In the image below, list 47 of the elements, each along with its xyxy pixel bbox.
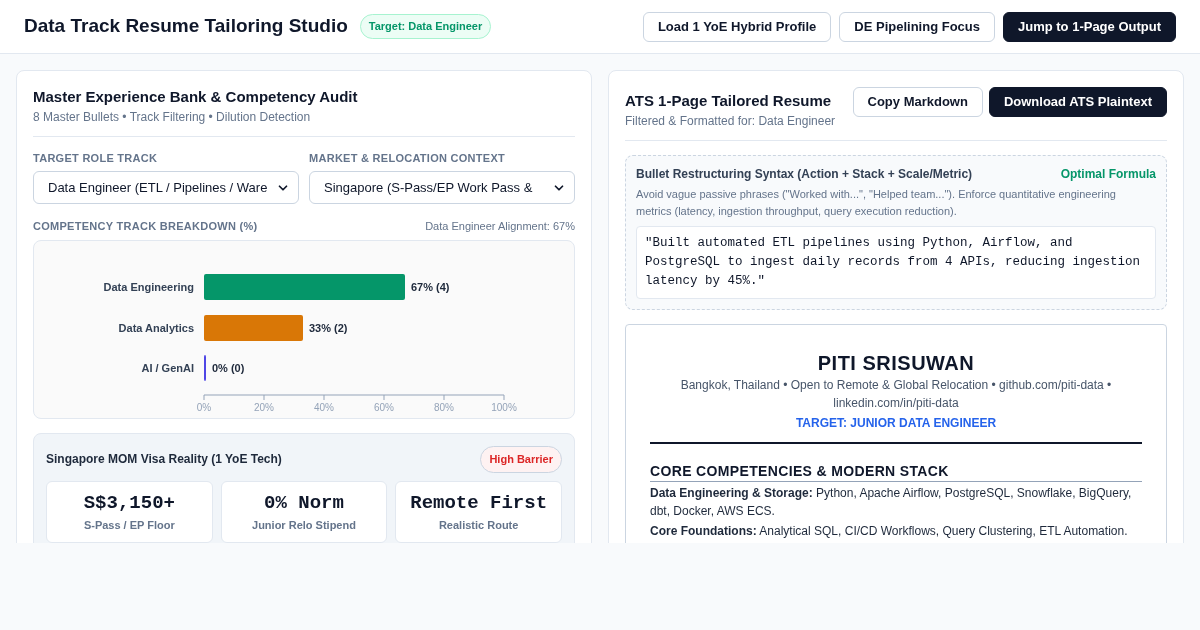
tick-label: 60% (374, 402, 394, 413)
dropdown[interactable]: Singapore (S-Pass/EP Work Pass & (309, 171, 575, 204)
value-label: 0% (0) (212, 362, 245, 374)
skills-line: Data Engineering & Storage: Python, Apache Airflow, PostgreSQL, Snowflake, BigQuery, dbt, Docker, AWS ECS. (650, 485, 1133, 520)
field-label: MARKET & RELOCATION CONTEXT (309, 152, 507, 165)
stat-label: Realistic Route (438, 517, 519, 532)
stat-value: 0% Norm (264, 491, 344, 514)
tick-label: 100% (491, 402, 517, 413)
section-label: COMPETENCY TRACK BREAKDOWN (%) (33, 220, 258, 233)
tick-label: 20% (254, 402, 274, 413)
tick-label: 40% (314, 402, 334, 413)
action-button[interactable]: Download ATS Plaintext (988, 87, 1167, 117)
action-button[interactable]: Jump to 1-Page Output (1003, 11, 1176, 42)
action-button[interactable]: Copy Markdown (852, 87, 983, 117)
value-label: 33% (2) (309, 322, 348, 334)
value-label: 67% (4) (411, 281, 450, 293)
visa-title: Singapore MOM Visa Reality (1 YoE Tech) (46, 452, 282, 467)
barrier-badge: High Barrier (480, 446, 562, 473)
panel-subtitle: Filtered & Formatted for: Data Engineer (625, 114, 836, 129)
field-label: TARGET ROLE TRACK (33, 152, 159, 165)
example-bullet: "Built automated ETL pipelines using Python, Airflow, and PostgreSQL to ingest daily records from 4 APIs, reducing ingestion latency by 45%." (636, 226, 1156, 299)
stat-value: S$3,150+ (83, 491, 175, 514)
action-button[interactable]: Load 1 YoE Hybrid Profile (642, 11, 832, 42)
section-heading: CORE COMPETENCIES & MODERN STACK (650, 463, 1142, 482)
stat-value: Remote First (410, 491, 548, 514)
target-badge: Target: Data Engineer (359, 14, 492, 39)
candidate-name: PITI SRISUWAN (816, 351, 976, 375)
category-label: Data Engineering (103, 281, 194, 293)
stat-label: Junior Relo Stipend (252, 517, 356, 532)
panel-title: Master Experience Bank & Competency Audit (33, 88, 359, 106)
skills-line: Core Foundations: Analytical SQL, CI/CD Workflows, Query Clustering, ETL Automation. (650, 523, 1129, 540)
panel-subtitle: 8 Master Bullets • Track Filtering • Dilution Detection (33, 110, 312, 125)
formula-label: Optimal Formula (1060, 167, 1156, 182)
tick-label: 80% (434, 402, 454, 413)
action-button[interactable]: DE Pipelining Focus (839, 11, 995, 42)
app-title: Data Track Resume Tailoring Studio (24, 14, 348, 39)
alignment-text: Data Engineer Alignment: 67% (425, 220, 575, 233)
contact-line: Bangkok, Thailand • Open to Remote & Global Relocation • github.com/piti-data • linkedin.com/in/piti-data (679, 377, 1113, 412)
tick-label: 0% (196, 402, 212, 413)
category-label: AI / GenAI (141, 362, 194, 374)
category-label: Data Analytics (118, 322, 194, 334)
target-line: TARGET: JUNIOR DATA ENGINEER (794, 416, 998, 431)
panel-title: ATS 1-Page Tailored Resume (625, 92, 833, 110)
dropdown[interactable]: Data Engineer (ETL / Pipelines / Ware (33, 171, 299, 204)
stat-label: S-Pass / EP Floor (83, 517, 175, 532)
syntax-hint: Avoid vague passive phrases ("Worked with...", "Helped team..."). Enforce quantitative engineering metrics (latency, ingestion throughput, query execution reduction). (636, 187, 1117, 219)
syntax-title: Bullet Restructuring Syntax (Action + Stack + Scale/Metric) (636, 167, 973, 182)
